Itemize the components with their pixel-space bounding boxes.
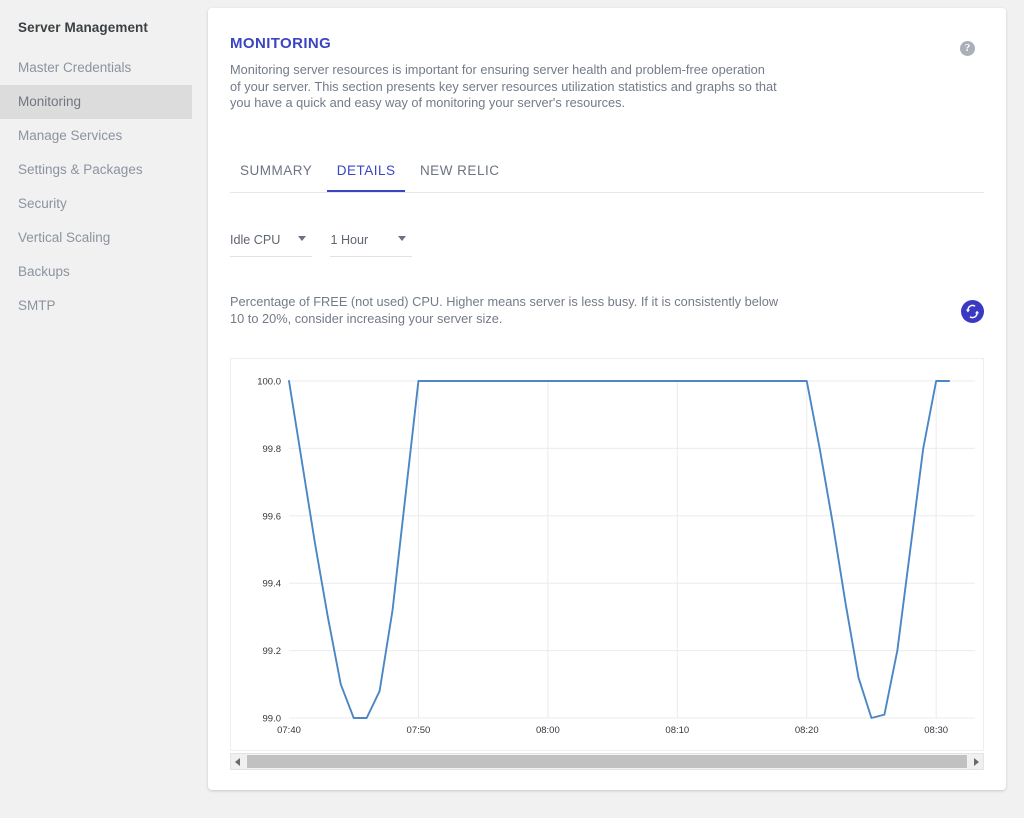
- sidebar-item-security[interactable]: Security: [0, 187, 200, 221]
- y-axis-tick-labels: 99.0 99.2 99.4 99.6 99.8 100.0: [257, 377, 281, 725]
- metric-select[interactable]: Idle CPU: [230, 227, 312, 257]
- sidebar-item-manage-services[interactable]: Manage Services: [0, 119, 200, 153]
- range-select-value: 1 Hour: [330, 233, 369, 247]
- svg-text:08:00: 08:00: [536, 725, 560, 736]
- svg-text:07:50: 07:50: [407, 725, 431, 736]
- chart-controls: Idle CPU 1 Hour: [230, 227, 426, 257]
- svg-text:99.0: 99.0: [263, 714, 282, 725]
- tab-bar: SUMMARY DETAILS NEW RELIC: [230, 155, 984, 193]
- sidebar-title: Server Management: [18, 20, 149, 35]
- page-description: Monitoring server resources is important…: [230, 62, 777, 111]
- metric-select-value: Idle CPU: [230, 233, 281, 247]
- sidebar-item-monitoring[interactable]: Monitoring: [0, 85, 192, 119]
- sidebar-item-backups[interactable]: Backups: [0, 255, 200, 289]
- sidebar-item-vertical-scaling[interactable]: Vertical Scaling: [0, 221, 200, 255]
- scrollbar-thumb[interactable]: [247, 755, 967, 768]
- svg-text:99.4: 99.4: [263, 579, 282, 590]
- idle-cpu-line-chart: 99.0 99.2 99.4 99.6 99.8 100.0 07:40 07:50 08:0…: [257, 377, 975, 736]
- refresh-button[interactable]: [961, 300, 984, 323]
- sidebar-item-master-credentials[interactable]: Master Credentials: [0, 51, 200, 85]
- page-title: MONITORING: [230, 35, 332, 52]
- svg-text:08:10: 08:10: [665, 725, 689, 736]
- series-line-idle-cpu: [288, 380, 951, 719]
- chart-horizontal-scrollbar[interactable]: [230, 753, 984, 770]
- metric-description: Percentage of FREE (not used) CPU. Highe…: [230, 294, 779, 326]
- svg-text:100.0: 100.0: [257, 377, 281, 388]
- tab-summary[interactable]: SUMMARY: [230, 155, 322, 190]
- svg-text:99.8: 99.8: [263, 444, 282, 455]
- horizontal-gridlines: [289, 380, 975, 719]
- tab-details[interactable]: DETAILS: [326, 155, 406, 192]
- monitoring-card: MONITORING Monitoring server resources i…: [208, 8, 1006, 790]
- vertical-gridlines: [417, 381, 937, 718]
- sidebar-item-smtp[interactable]: SMTP: [0, 289, 200, 323]
- chart-panel: 99.0 99.2 99.4 99.6 99.8 100.0 07:40 07:50 08:0…: [230, 358, 984, 751]
- sidebar-item-settings-packages[interactable]: Settings & Packages: [0, 153, 200, 187]
- question-mark-circle-icon[interactable]: ?: [960, 41, 975, 56]
- svg-text:99.2: 99.2: [263, 646, 282, 657]
- svg-text:07:40: 07:40: [277, 725, 301, 736]
- chevron-down-icon: [398, 236, 407, 241]
- arrow-left-icon[interactable]: [231, 754, 246, 769]
- tab-new-relic[interactable]: NEW RELIC: [410, 155, 510, 190]
- svg-text:08:20: 08:20: [795, 725, 819, 736]
- chevron-down-icon: [298, 236, 306, 241]
- range-select[interactable]: 1 Hour: [330, 227, 413, 257]
- svg-text:99.6: 99.6: [263, 511, 282, 522]
- sidebar: Server Management Master Credentials Mon…: [0, 0, 200, 818]
- x-axis-tick-labels: 07:40 07:50 08:00 08:10 08:20 08:30: [277, 725, 948, 736]
- arrow-right-icon[interactable]: [968, 754, 983, 769]
- refresh-icon: [965, 304, 980, 319]
- svg-text:08:30: 08:30: [924, 725, 948, 736]
